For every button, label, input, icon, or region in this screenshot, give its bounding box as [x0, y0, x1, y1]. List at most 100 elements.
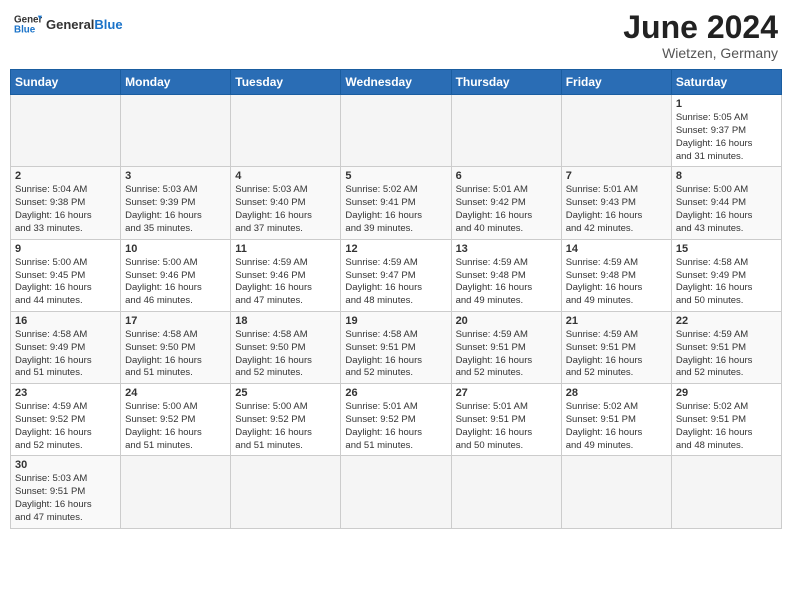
calendar-cell: 10 Sunrise: 5:00 AM Sunset: 9:46 PM Dayli…	[121, 239, 231, 311]
day-info: Sunrise: 4:58 AM Sunset: 9:50 PM Dayligh…	[125, 329, 226, 380]
day-number: 17	[125, 315, 226, 327]
day-info: Sunrise: 5:00 AM Sunset: 9:44 PM Dayligh…	[676, 184, 777, 235]
calendar-cell: 7Sunrise: 5:01 AM Sunset: 9:43 PM Daylig…	[561, 167, 671, 239]
day-number: 2	[15, 170, 116, 182]
day-info: Sunrise: 5:01 AM Sunset: 9:52 PM Dayligh…	[345, 401, 446, 452]
day-info: Sunrise: 4:58 AM Sunset: 9:51 PM Dayligh…	[345, 329, 446, 380]
calendar-cell	[671, 456, 781, 528]
day-number: 20	[456, 315, 557, 327]
calendar-table: SundayMondayTuesdayWednesdayThursdayFrid…	[10, 69, 782, 529]
day-number: 9	[15, 243, 116, 255]
day-number: 30	[15, 459, 116, 471]
day-info: Sunrise: 5:01 AM Sunset: 9:51 PM Dayligh…	[456, 401, 557, 452]
weekday-header-sunday: Sunday	[11, 70, 121, 95]
month-year-title: June 2024	[623, 10, 778, 45]
day-info: Sunrise: 5:04 AM Sunset: 9:38 PM Dayligh…	[15, 184, 116, 235]
day-number: 13	[456, 243, 557, 255]
calendar-cell: 21Sunrise: 4:59 AM Sunset: 9:51 PM Dayli…	[561, 311, 671, 383]
day-number: 14	[566, 243, 667, 255]
calendar-cell: 15 Sunrise: 4:58 AM Sunset: 9:49 PM Dayli…	[671, 239, 781, 311]
day-number: 5	[345, 170, 446, 182]
day-number: 11	[235, 243, 336, 255]
calendar-cell: 13 Sunrise: 4:59 AM Sunset: 9:48 PM Dayli…	[451, 239, 561, 311]
calendar-cell: 6 Sunrise: 5:01 AM Sunset: 9:42 PM Daylig…	[451, 167, 561, 239]
calendar-cell: 27Sunrise: 5:01 AM Sunset: 9:51 PM Dayli…	[451, 384, 561, 456]
day-info: Sunrise: 4:59 AM Sunset: 9:47 PM Dayligh…	[345, 257, 446, 308]
day-info: Sunrise: 4:59 AM Sunset: 9:46 PM Dayligh…	[235, 257, 336, 308]
calendar-cell: 30 Sunrise: 5:03 AM Sunset: 9:51 PM Dayli…	[11, 456, 121, 528]
day-number: 1	[676, 98, 777, 110]
weekday-header-monday: Monday	[121, 70, 231, 95]
day-number: 22	[676, 315, 777, 327]
day-info: Sunrise: 4:59 AM Sunset: 9:48 PM Dayligh…	[566, 257, 667, 308]
day-info: Sunrise: 4:58 AM Sunset: 9:49 PM Dayligh…	[676, 257, 777, 308]
weekday-header-tuesday: Tuesday	[231, 70, 341, 95]
day-number: 26	[345, 387, 446, 399]
calendar-cell: 1Sunrise: 5:05 AM Sunset: 9:37 PM Daylig…	[671, 95, 781, 167]
calendar-cell: 4Sunrise: 5:03 AM Sunset: 9:40 PM Daylig…	[231, 167, 341, 239]
calendar-cell	[121, 456, 231, 528]
day-info: Sunrise: 5:00 AM Sunset: 9:52 PM Dayligh…	[235, 401, 336, 452]
day-number: 18	[235, 315, 336, 327]
day-info: Sunrise: 5:02 AM Sunset: 9:51 PM Dayligh…	[676, 401, 777, 452]
day-info: Sunrise: 5:00 AM Sunset: 9:46 PM Dayligh…	[125, 257, 226, 308]
day-info: Sunrise: 4:58 AM Sunset: 9:50 PM Dayligh…	[235, 329, 336, 380]
day-number: 10	[125, 243, 226, 255]
calendar-cell: 20Sunrise: 4:59 AM Sunset: 9:51 PM Dayli…	[451, 311, 561, 383]
calendar-cell: 17 Sunrise: 4:58 AM Sunset: 9:50 PM Dayli…	[121, 311, 231, 383]
day-number: 24	[125, 387, 226, 399]
calendar-cell: 19Sunrise: 4:58 AM Sunset: 9:51 PM Dayli…	[341, 311, 451, 383]
calendar-cell: 28 Sunrise: 5:02 AM Sunset: 9:51 PM Dayli…	[561, 384, 671, 456]
calendar-header: General Blue GeneralBlue June 2024 Wietz…	[10, 10, 782, 61]
day-number: 8	[676, 170, 777, 182]
calendar-cell: 9 Sunrise: 5:00 AM Sunset: 9:45 PM Daylig…	[11, 239, 121, 311]
weekday-header-thursday: Thursday	[451, 70, 561, 95]
weekday-header-saturday: Saturday	[671, 70, 781, 95]
calendar-cell: 5 Sunrise: 5:02 AM Sunset: 9:41 PM Daylig…	[341, 167, 451, 239]
calendar-cell	[341, 456, 451, 528]
day-info: Sunrise: 5:02 AM Sunset: 9:51 PM Dayligh…	[566, 401, 667, 452]
day-number: 16	[15, 315, 116, 327]
calendar-cell: 16Sunrise: 4:58 AM Sunset: 9:49 PM Dayli…	[11, 311, 121, 383]
calendar-cell	[121, 95, 231, 167]
calendar-cell: 14 Sunrise: 4:59 AM Sunset: 9:48 PM Dayli…	[561, 239, 671, 311]
location-subtitle: Wietzen, Germany	[623, 45, 778, 61]
day-number: 12	[345, 243, 446, 255]
day-info: Sunrise: 5:02 AM Sunset: 9:41 PM Dayligh…	[345, 184, 446, 235]
day-number: 21	[566, 315, 667, 327]
day-number: 4	[235, 170, 336, 182]
day-info: Sunrise: 5:00 AM Sunset: 9:52 PM Dayligh…	[125, 401, 226, 452]
calendar-cell: 23Sunrise: 4:59 AM Sunset: 9:52 PM Dayli…	[11, 384, 121, 456]
calendar-cell: 18 Sunrise: 4:58 AM Sunset: 9:50 PM Dayli…	[231, 311, 341, 383]
calendar-cell: 2 Sunrise: 5:04 AM Sunset: 9:38 PM Daylig…	[11, 167, 121, 239]
logo-general-text: GeneralBlue	[46, 17, 123, 32]
calendar-cell: 29Sunrise: 5:02 AM Sunset: 9:51 PM Dayli…	[671, 384, 781, 456]
day-info: Sunrise: 5:01 AM Sunset: 9:43 PM Dayligh…	[566, 184, 667, 235]
day-info: Sunrise: 5:03 AM Sunset: 9:51 PM Dayligh…	[15, 473, 116, 524]
svg-text:Blue: Blue	[14, 24, 36, 35]
calendar-cell: 22Sunrise: 4:59 AM Sunset: 9:51 PM Dayli…	[671, 311, 781, 383]
day-number: 3	[125, 170, 226, 182]
day-number: 28	[566, 387, 667, 399]
calendar-cell: 12 Sunrise: 4:59 AM Sunset: 9:47 PM Dayli…	[341, 239, 451, 311]
weekday-header-wednesday: Wednesday	[341, 70, 451, 95]
day-number: 15	[676, 243, 777, 255]
day-info: Sunrise: 4:59 AM Sunset: 9:48 PM Dayligh…	[456, 257, 557, 308]
day-number: 23	[15, 387, 116, 399]
calendar-cell: 25Sunrise: 5:00 AM Sunset: 9:52 PM Dayli…	[231, 384, 341, 456]
weekday-header-friday: Friday	[561, 70, 671, 95]
day-info: Sunrise: 5:00 AM Sunset: 9:45 PM Dayligh…	[15, 257, 116, 308]
calendar-cell	[451, 456, 561, 528]
calendar-cell	[561, 95, 671, 167]
calendar-cell	[231, 456, 341, 528]
calendar-cell	[341, 95, 451, 167]
day-info: Sunrise: 5:01 AM Sunset: 9:42 PM Dayligh…	[456, 184, 557, 235]
title-area: June 2024 Wietzen, Germany	[623, 10, 778, 61]
calendar-cell: 26 Sunrise: 5:01 AM Sunset: 9:52 PM Dayli…	[341, 384, 451, 456]
day-info: Sunrise: 5:03 AM Sunset: 9:39 PM Dayligh…	[125, 184, 226, 235]
day-number: 6	[456, 170, 557, 182]
calendar-cell	[451, 95, 561, 167]
calendar-cell: 11 Sunrise: 4:59 AM Sunset: 9:46 PM Dayli…	[231, 239, 341, 311]
calendar-cell: 8 Sunrise: 5:00 AM Sunset: 9:44 PM Daylig…	[671, 167, 781, 239]
calendar-cell	[231, 95, 341, 167]
